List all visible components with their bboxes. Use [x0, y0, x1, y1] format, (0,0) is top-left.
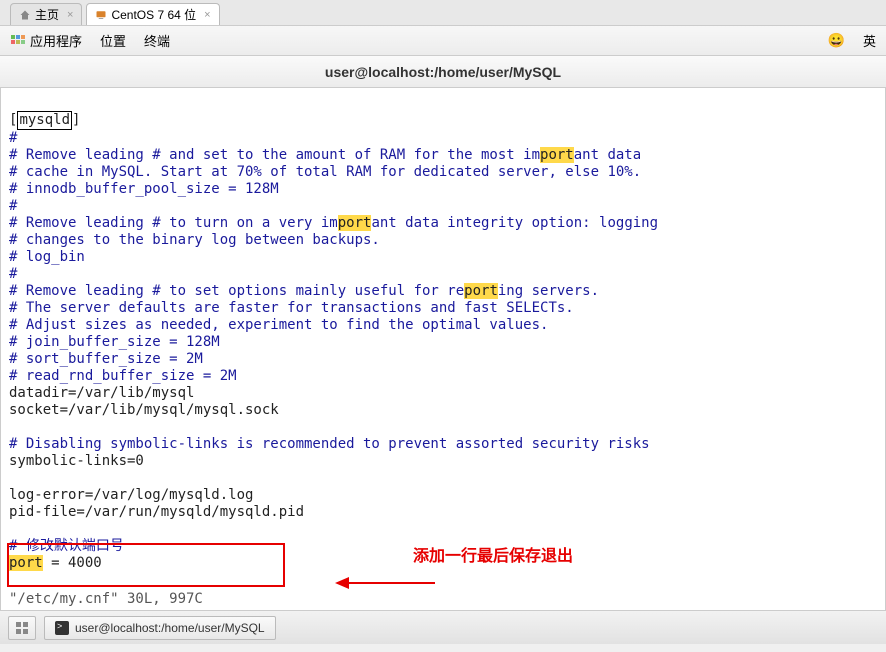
search-highlight: port [9, 555, 43, 571]
editor-line: # The server defaults are faster for tra… [9, 300, 574, 316]
places-menu[interactable]: 位置 [100, 31, 126, 50]
editor-line: # changes to the binary log between back… [9, 232, 380, 248]
editor-line: # Disabling symbolic-links is recommende… [9, 436, 650, 452]
applications-menu-label: 应用程序 [30, 34, 82, 49]
cursor: mysqld [17, 111, 72, 130]
tab-bar: 主页 × CentOS 7 64 位 × [0, 0, 886, 26]
show-desktop-button[interactable] [8, 616, 36, 640]
terminal-menu[interactable]: 终端 [144, 31, 170, 50]
editor-line: # innodb_buffer_pool_size = 128M [9, 181, 279, 197]
annotation-arrow-icon [301, 556, 401, 576]
search-highlight: port [338, 215, 372, 231]
editor-line: # join_buffer_size = 128M [9, 334, 220, 350]
tab-vm-close-icon[interactable]: × [204, 9, 210, 21]
editor-line: socket=/var/lib/mysql/mysql.sock [9, 402, 279, 418]
vim-status-line: "/etc/my.cnf" 30L, 997C [9, 591, 203, 608]
window-title-bar: user@localhost:/home/user/MySQL [0, 56, 886, 88]
tab-home-close-icon[interactable]: × [67, 9, 73, 21]
editor-line: # [9, 130, 17, 146]
vm-icon [95, 9, 107, 21]
applications-menu[interactable]: 应用程序 [10, 31, 82, 51]
taskbar-terminal-button[interactable]: user@localhost:/home/user/MySQL [44, 616, 276, 640]
editor-line: port = 4000 [9, 555, 102, 571]
gnome-top-bar: 应用程序 位置 终端 😀 英 [0, 26, 886, 56]
editor-line: datadir=/var/lib/mysql [9, 385, 194, 401]
input-method-indicator[interactable]: 英 [863, 31, 876, 50]
editor-line: pid-file=/var/run/mysqld/mysqld.pid [9, 504, 304, 520]
search-highlight: port [464, 283, 498, 299]
tab-vm[interactable]: CentOS 7 64 位 × [86, 3, 219, 25]
editor-line: # read_rnd_buffer_size = 2M [9, 368, 237, 384]
editor-line: # log_bin [9, 249, 85, 265]
home-icon [19, 9, 31, 21]
editor-line: # [9, 198, 17, 214]
editor-line: # Remove leading # to turn on a very imp… [9, 215, 658, 231]
apps-icon [10, 34, 26, 50]
editor-line: # 修改默认端口号 [9, 538, 124, 554]
window-title: user@localhost:/home/user/MySQL [325, 64, 561, 80]
annotation-text: 添加一行最后保存退出 [413, 548, 573, 565]
terminal-content[interactable]: [mysqld] # # Remove leading # and set to… [0, 88, 886, 610]
terminal-icon [55, 621, 69, 635]
editor-line: # sort_buffer_size = 2M [9, 351, 203, 367]
editor-line: # cache in MySQL. Start at 70% of total … [9, 164, 641, 180]
editor-line: symbolic-links=0 [9, 453, 144, 469]
editor-line: # [9, 266, 17, 282]
gnome-task-bar: user@localhost:/home/user/MySQL [0, 610, 886, 644]
tab-vm-label: CentOS 7 64 位 [111, 6, 196, 23]
face-icon[interactable]: 😀 [828, 32, 845, 49]
editor-line: # Remove leading # to set options mainly… [9, 283, 599, 299]
search-highlight: port [540, 147, 574, 163]
editor-line: [mysqld] [9, 112, 80, 128]
tab-home[interactable]: 主页 × [10, 3, 82, 25]
taskbar-terminal-label: user@localhost:/home/user/MySQL [75, 621, 265, 635]
editor-line: # Remove leading # and set to the amount… [9, 147, 641, 163]
editor-line: # Adjust sizes as needed, experiment to … [9, 317, 548, 333]
editor-line: log-error=/var/log/mysqld.log [9, 487, 253, 503]
tab-home-label: 主页 [35, 6, 59, 23]
